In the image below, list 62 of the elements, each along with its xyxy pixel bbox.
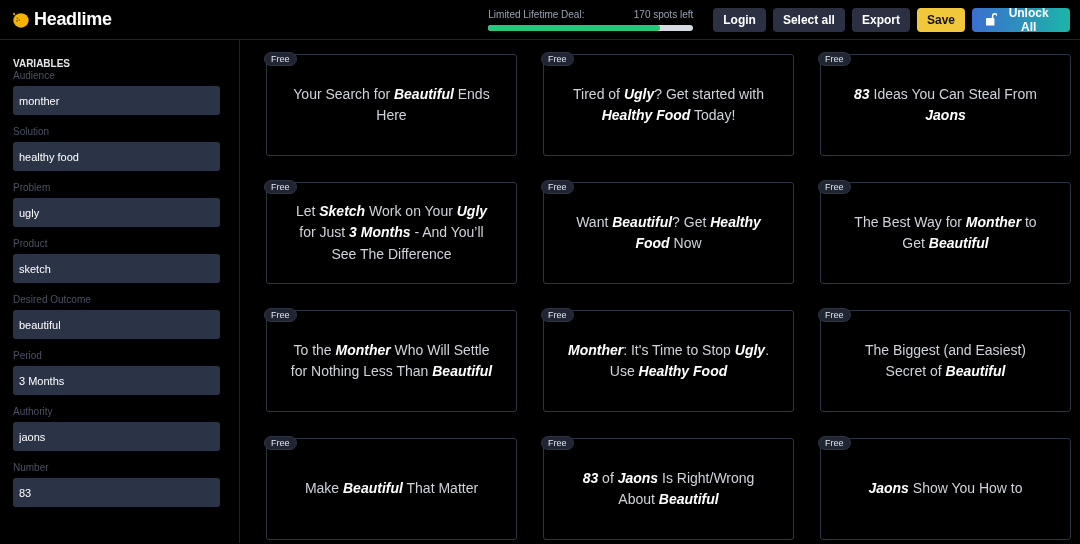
deal-label: Limited Lifetime Deal: xyxy=(488,8,585,20)
field-label: Period xyxy=(13,350,43,361)
headline-text: 83 of Jaons Is Right/Wrong About Beautiful xyxy=(581,468,756,509)
headline-card[interactable]: Free Your Search for Beautiful Ends Here xyxy=(266,54,517,156)
headline-text: 83 Ideas You Can Steal From Jaons xyxy=(853,84,1038,125)
spots-left: 170 spots left xyxy=(633,8,694,20)
field-label: Problem xyxy=(13,182,52,193)
save-button[interactable]: Save xyxy=(916,7,965,32)
free-badge: Free xyxy=(818,436,851,450)
headline-text: Tired of Ugly? Get started with Healthy Food Today! xyxy=(572,84,765,125)
headline-text: Let Sketch Work on Your Ugly for Just 3 Months - And You’ll See The Difference xyxy=(294,201,489,264)
headline-card[interactable]: Free The Best Way for Monther to Get Beautiful xyxy=(820,182,1071,284)
headline-card[interactable]: Free Tired of Ugly? Get started with Healthy Food Today! xyxy=(543,54,794,156)
headline-card[interactable]: Free 83 of Jaons Is Right/Wrong About Beautiful xyxy=(543,438,794,540)
section-heading: VARIABLES xyxy=(13,58,72,69)
unlocked-padlock-icon xyxy=(986,13,998,26)
free-badge: Free xyxy=(541,180,574,194)
free-badge: Free xyxy=(818,308,851,322)
app-name: Headlime xyxy=(34,9,112,30)
headline-card[interactable]: Free 83 Ideas You Can Steal From Jaons xyxy=(820,54,1071,156)
free-badge: Free xyxy=(541,436,574,450)
headline-text: Monther: It's Time to Stop Ugly. Use Healthy Food xyxy=(566,340,771,381)
field-label: Solution xyxy=(13,126,51,137)
input-field[interactable]: sketch xyxy=(13,254,220,283)
input-field[interactable]: 83 xyxy=(13,478,220,507)
free-badge: Free xyxy=(818,180,851,194)
input-field[interactable]: 3 Months xyxy=(13,366,220,395)
headline-card[interactable]: Free The Biggest (and Easiest) Secret of Beautiful xyxy=(820,310,1071,412)
headline-card[interactable]: Free To the Monther Who Will Settle for Nothing Less Than Beautiful xyxy=(266,310,517,412)
field-label: Number xyxy=(13,462,50,473)
headline-card[interactable]: Free Let Sketch Work on Your Ugly for Just 3 Months - And You’ll See The Difference xyxy=(266,182,517,284)
input-field[interactable]: ugly xyxy=(13,198,220,227)
headline-text: Your Search for Beautiful Ends Here xyxy=(292,84,491,125)
field-label: Product xyxy=(13,238,49,249)
input-field[interactable]: monther xyxy=(13,86,220,115)
headline-card[interactable]: Free Jaons Show You How to xyxy=(820,438,1071,540)
headline-text: The Best Way for Monther to Get Beautiful xyxy=(853,212,1038,253)
headline-text: Want Beautiful? Get Healthy Food Now xyxy=(575,212,762,253)
headline-text: Make Beautiful That Matter xyxy=(304,479,479,499)
headline-text: To the Monther Who Will Settle for Nothing Less Than Beautiful xyxy=(289,340,494,381)
free-badge: Free xyxy=(818,52,851,66)
input-field[interactable]: beautiful xyxy=(13,310,220,339)
field-label: Authority xyxy=(13,406,54,417)
input-field[interactable]: healthy food xyxy=(13,142,220,171)
headline-card[interactable]: Free Monther: It's Time to Stop Ugly. Use Healthy Food xyxy=(543,310,794,412)
toolbar-button[interactable]: Select all xyxy=(772,7,845,32)
headline-text: The Biggest (and Easiest) Secret of Beautiful xyxy=(863,340,1028,381)
field-label: Audience xyxy=(13,70,56,81)
input-field[interactable]: jaons xyxy=(13,422,220,451)
free-badge: Free xyxy=(264,180,297,194)
toolbar-button[interactable]: Login xyxy=(713,7,766,32)
headline-card[interactable]: Free Make Beautiful That Matter xyxy=(266,438,517,540)
headline-text: Jaons Show You How to xyxy=(868,479,1023,499)
lemon-logo-icon xyxy=(12,10,30,29)
toolbar-button[interactable]: Export xyxy=(851,7,910,32)
field-label: Desired Outcome xyxy=(13,294,92,305)
free-badge: Free xyxy=(541,52,574,66)
free-badge: Free xyxy=(264,52,297,66)
headline-card[interactable]: Free Want Beautiful? Get Healthy Food Now xyxy=(543,182,794,284)
free-badge: Free xyxy=(264,436,297,450)
free-badge: Free xyxy=(541,308,574,322)
free-badge: Free xyxy=(264,308,297,322)
